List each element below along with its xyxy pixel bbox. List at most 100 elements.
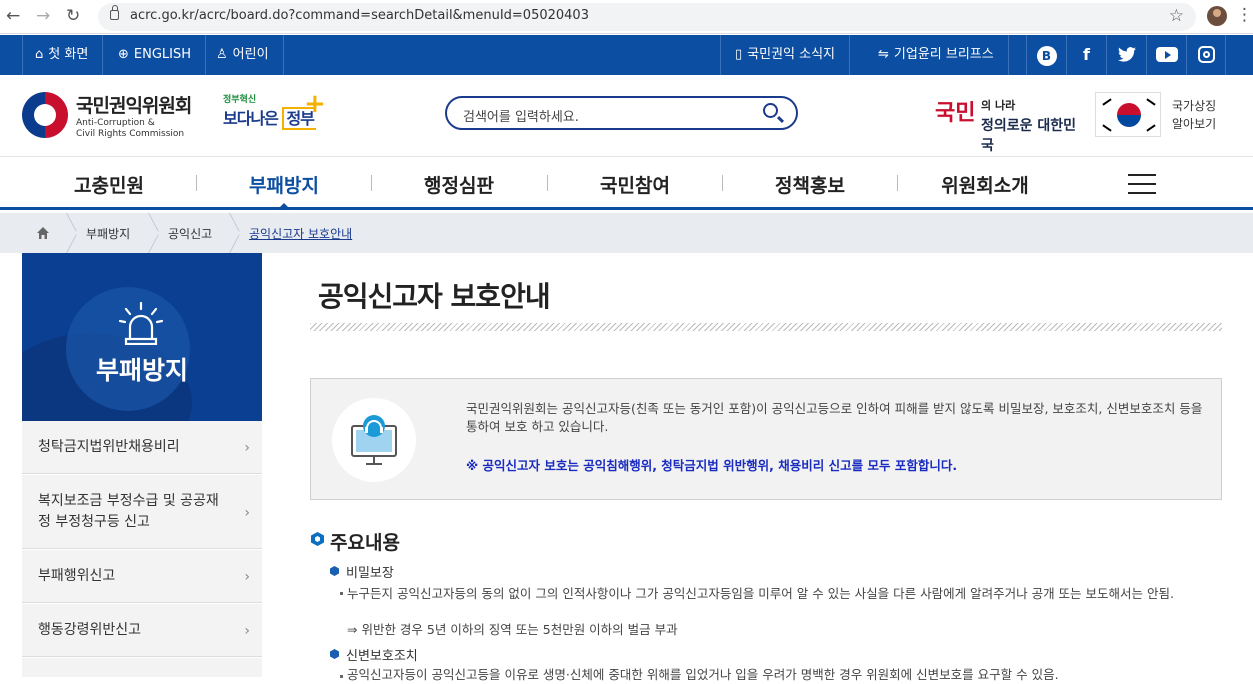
gnb-item-complaint[interactable]: 고충민원 [44, 171, 174, 198]
chevron-right-icon: › [244, 623, 250, 639]
info-paragraph: 국민권익위원회는 공익신고자등(친족 또는 동거인 포함)이 공익신고등으로 인… [466, 401, 1203, 434]
home-icon: ⌂ [35, 47, 44, 62]
slogan-main: 국민 [935, 100, 976, 126]
book-icon: ▯ [735, 47, 743, 62]
person-icon: ♙ [216, 47, 228, 62]
breadcrumb: 부패방지 공익신고 공익신고자 보호안내 [0, 213, 1253, 253]
gnb-item-anticorruption[interactable]: 부패방지 [219, 171, 349, 198]
left-nav-label: 부패행위신고 [38, 567, 116, 584]
trigram-2 [1146, 98, 1156, 106]
logo-english-1: Anti-Corruption & [76, 118, 155, 128]
util-kids-link[interactable]: ♙ 어린이 [206, 35, 284, 75]
title-divider [310, 323, 1222, 331]
gnb-divider [196, 175, 197, 191]
util-ethics-link[interactable]: ⇋ 기업윤리 브리프스 [864, 35, 1009, 75]
slogan-logo[interactable]: 국민 의 나라 정의로운 대한민국 [935, 93, 1085, 154]
info-notice: ※ 공익신고자 보호는 공익침해행위, 청탁금지법 위반행위, 채용비리 신고를… [466, 458, 958, 473]
taegeuk-mark [1117, 103, 1141, 127]
instagram-icon[interactable] [1186, 35, 1226, 75]
handshake-icon: ⇋ [878, 47, 889, 62]
subsection-heading: 비밀보장 [346, 566, 394, 581]
left-nav-label: 행동강령위반신고 [38, 621, 142, 638]
gnb-item-participation[interactable]: 국민참여 [570, 171, 700, 198]
breadcrumb-item[interactable]: 부패방지 [86, 225, 130, 242]
site-header: 국민권익위원회 Anti-Corruption & Civil Rights C… [0, 75, 1253, 157]
util-newsletter-label: 국민권익 소식지 [747, 47, 836, 62]
gnb-item-policy[interactable]: 정책홍보 [745, 171, 875, 198]
content-text: 공익신고자등이 공익신고등을 이유로 생명·신체에 중대한 위해를 입었거나 입… [347, 667, 1059, 682]
globe-icon: ⊕ [118, 47, 129, 62]
left-nav-item[interactable]: 복지보조금 부정수급 및 공공재정 부정청구등 신고 › [22, 475, 262, 549]
logo-english-2: Civil Rights Commission [76, 129, 185, 139]
national-symbol-link[interactable]: 국가상징 알아보기 [1172, 97, 1216, 133]
national-symbol-2: 알아보기 [1172, 117, 1217, 131]
forward-icon[interactable]: → [36, 6, 50, 26]
active-indicator [278, 203, 290, 209]
left-nav-label: 청탁금지법위반채용비리 [38, 438, 180, 455]
page-title: 공익신고자 보호안내 [318, 280, 551, 313]
chevron-right-icon: › [244, 504, 250, 521]
search-icon[interactable] [763, 103, 778, 118]
gnb-divider [547, 175, 548, 191]
siren-icon [118, 301, 164, 345]
twitter-icon[interactable] [1106, 35, 1146, 75]
chevron-right-icon: › [244, 440, 250, 456]
util-english-label: ENGLISH [133, 47, 192, 62]
slogan-line: 정의로운 대한민국 [981, 118, 1077, 154]
reload-icon[interactable]: ↻ [66, 6, 80, 26]
url-text[interactable]: acrc.go.kr/acrc/board.do?command=searchD… [130, 8, 589, 23]
bullet-square [340, 592, 343, 595]
main-navigation: 고충민원 부패방지 행정심판 국민참여 정책홍보 위원회소개 [0, 157, 1253, 210]
browser-menu-icon[interactable]: ⋮ [1236, 5, 1253, 25]
bookmark-star-icon[interactable]: ☆ [1169, 6, 1184, 26]
gov-big-text: 보다나은 정부 [223, 105, 316, 130]
breadcrumb-item[interactable]: 공익신고 [168, 225, 212, 242]
left-nav-item[interactable]: 청탁금지법위반채용비리 › [22, 421, 262, 474]
address-bar[interactable]: acrc.go.kr/acrc/board.do?command=searchD… [98, 3, 1196, 31]
hamburger-menu-icon[interactable] [1128, 174, 1156, 194]
util-ethics-label: 기업윤리 브리프스 [893, 47, 994, 62]
penalty-text: ⇒ 위반한 경우 5년 이하의 징역 또는 5천만원 이하의 벌금 부과 [347, 622, 678, 637]
youtube-icon[interactable] [1146, 35, 1186, 75]
slogan-sub: 의 나라 [981, 99, 1016, 112]
search-input[interactable]: 검색어를 입력하세요. [463, 106, 579, 125]
left-nav-item[interactable]: 부패행위신고 › [22, 550, 262, 603]
content-text: 누구든지 공익신고자등의 동의 없이 그의 인적사항이나 그가 공익신고자등임을… [347, 586, 1174, 601]
lock-icon [110, 5, 119, 20]
util-kids-label: 어린이 [232, 47, 269, 62]
gov-innovation-logo[interactable]: 정부혁신 보다나은 정부 + [223, 89, 326, 130]
back-icon[interactable]: ← [6, 6, 20, 26]
home-icon[interactable] [36, 226, 50, 240]
gnb-divider [371, 175, 372, 191]
left-nav-label: 복지보조금 부정수급 및 공공재정 부정청구등 신고 [38, 492, 219, 530]
util-home-link[interactable]: ⌂ 첫 화면 [22, 35, 104, 75]
breadcrumb-separator [229, 213, 243, 253]
gnb-item-about[interactable]: 위원회소개 [920, 171, 1050, 198]
left-nav-item[interactable]: 행동강령위반신고 › [22, 604, 262, 657]
taegeuk-emblem-icon[interactable] [22, 92, 68, 138]
blog-glyph: B [1036, 46, 1057, 66]
breadcrumb-separator [148, 213, 162, 253]
gov-small-text: 정부혁신 [223, 95, 257, 105]
trigram-4 [1146, 124, 1156, 132]
profile-avatar[interactable] [1207, 6, 1227, 26]
browser-toolbar: ← → ↻ acrc.go.kr/acrc/board.do?command=s… [0, 0, 1253, 34]
logo-korean: 국민권익위원회 [76, 95, 192, 117]
gnb-divider [897, 175, 898, 191]
breadcrumb-current[interactable]: 공익신고자 보호안내 [249, 225, 352, 242]
gov-big-1: 보다나은 [223, 109, 283, 128]
korean-flag-icon[interactable] [1095, 92, 1161, 137]
blog-icon[interactable]: B [1026, 35, 1066, 75]
utility-bar: ⌂ 첫 화면 ⊕ ENGLISH ♙ 어린이 ▯ 국민권익 소식지 ⇋ 기업윤리 브리프스… [0, 35, 1253, 75]
util-english-link[interactable]: ⊕ ENGLISH [108, 35, 207, 75]
bullet-icon [330, 566, 339, 576]
facebook-icon[interactable]: f [1066, 35, 1106, 75]
trigram-1 [1102, 98, 1112, 106]
left-nav-header: 부패방지 [22, 253, 262, 421]
gnb-divider [722, 175, 723, 191]
gnb-item-adminappeal[interactable]: 행정심판 [394, 171, 524, 198]
util-newsletter-link[interactable]: ▯ 국민권익 소식지 [720, 35, 851, 75]
search-box[interactable]: 검색어를 입력하세요. [445, 96, 798, 130]
left-nav-item[interactable] [22, 658, 262, 677]
site-logo[interactable]: 국민권익위원회 Anti-Corruption & Civil Rights C… [76, 91, 192, 140]
